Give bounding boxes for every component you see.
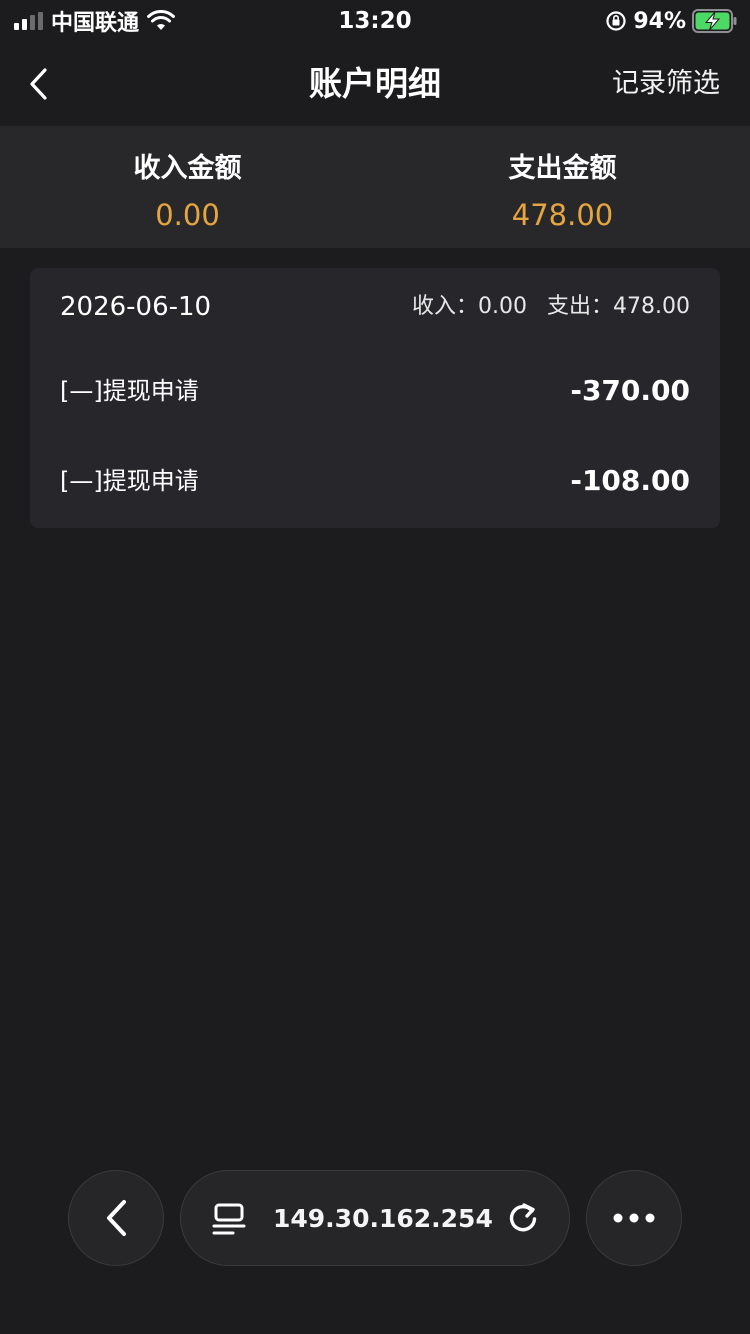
chevron-left-icon (107, 1200, 126, 1236)
address-text: 149.30.162.254 (273, 1204, 493, 1233)
chevron-left-icon (30, 68, 47, 100)
records-card-header: 2026-06-10 收入：0.00 支出：478.00 (30, 268, 720, 346)
day-income: 收入：0.00 (412, 294, 528, 319)
expense-value: 478.00 (511, 198, 614, 232)
status-bar: 中国联通 13:20 94% (0, 0, 750, 42)
reload-icon[interactable] (505, 1201, 541, 1237)
record-date: 2026-06-10 (60, 292, 212, 322)
day-expense: 支出：478.00 (547, 294, 690, 319)
record-amount: -108.00 (570, 464, 690, 497)
battery-charging-icon (692, 9, 737, 33)
filter-records-button[interactable]: 记录筛选 (612, 42, 720, 126)
summary-panel: 收入金额 0.00 支出金额 478.00 (0, 126, 750, 248)
status-right: 94% (605, 6, 738, 36)
record-amount: -370.00 (570, 374, 690, 407)
income-label: 收入金额 (133, 153, 242, 184)
records-card: 2026-06-10 收入：0.00 支出：478.00 [—]提现申请 -37… (30, 268, 720, 528)
expense-summary: 支出金额 478.00 (375, 126, 750, 248)
record-title: [—]提现申请 (60, 377, 199, 405)
more-icon (613, 1213, 655, 1223)
battery-percent: 94% (633, 8, 686, 34)
browser-back-button[interactable] (68, 1170, 164, 1266)
nav-bar: 账户明细 记录筛选 (0, 42, 750, 126)
reader-icon (212, 1203, 246, 1235)
back-button[interactable] (22, 62, 54, 106)
more-button[interactable] (586, 1170, 682, 1266)
expense-label: 支出金额 (508, 153, 617, 184)
record-title: [—]提现申请 (60, 467, 199, 495)
list-item[interactable]: [—]提现申请 -108.00 (30, 436, 720, 526)
day-totals: 收入：0.00 支出：478.00 (412, 288, 690, 326)
income-value: 0.00 (155, 198, 220, 232)
rotation-lock-icon (606, 11, 626, 31)
list-item[interactable]: [—]提现申请 -370.00 (30, 346, 720, 436)
income-summary: 收入金额 0.00 (0, 126, 375, 248)
address-bar[interactable]: 149.30.162.254 (180, 1170, 570, 1266)
screen: 中国联通 13:20 94% 账户明细 记录筛选 收入金额 0.00 支出金额 … (0, 0, 750, 1334)
